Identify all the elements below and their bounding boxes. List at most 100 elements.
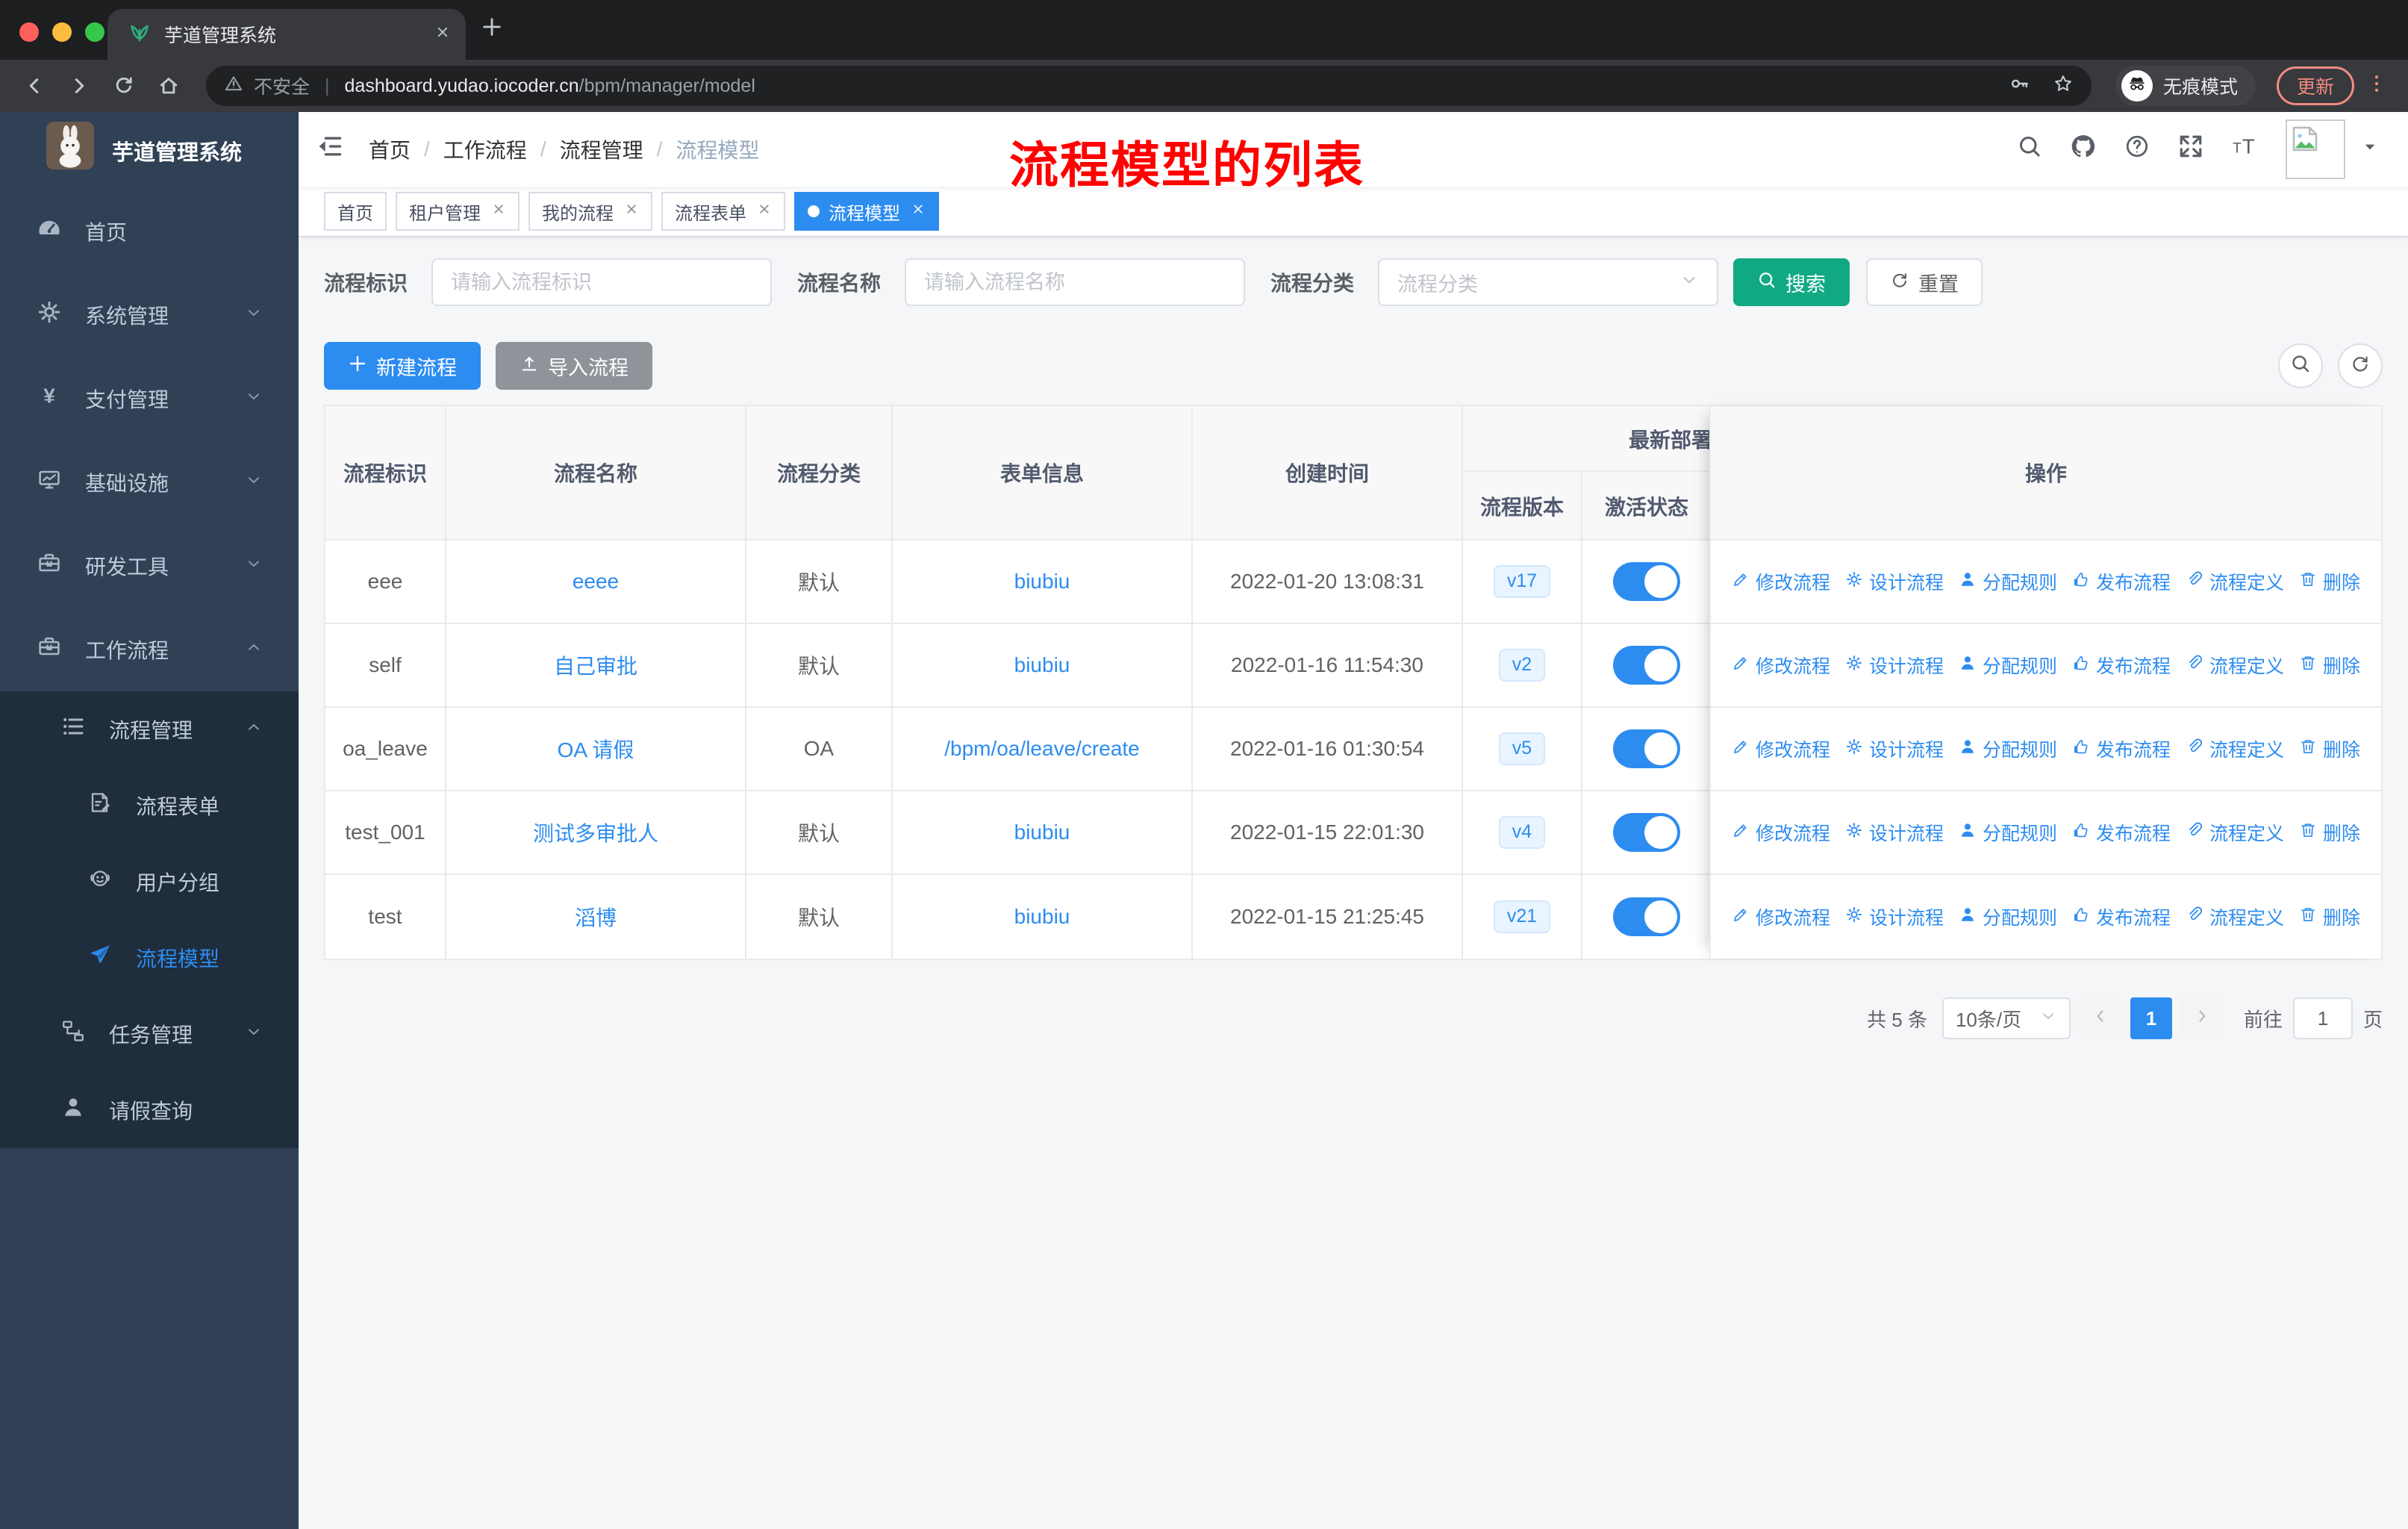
close-icon[interactable]	[491, 202, 506, 221]
form-info-link[interactable]: biubiu	[1014, 570, 1070, 594]
zoom-window-button[interactable]	[85, 22, 105, 42]
goto-page-input[interactable]	[2292, 997, 2353, 1039]
action-link-0[interactable]: 修改流程	[1732, 819, 1830, 846]
process-name-link[interactable]: 测试多审批人	[533, 818, 658, 847]
process-key-input[interactable]	[451, 270, 753, 294]
active-toggle[interactable]	[1613, 729, 1680, 768]
prev-page-button[interactable]	[2079, 997, 2121, 1039]
reload-icon[interactable]	[105, 66, 143, 105]
process-name-link[interactable]: 滔博	[575, 902, 617, 932]
hamburger-icon[interactable]	[316, 133, 343, 166]
minimize-window-button[interactable]	[52, 22, 72, 42]
action-link-4[interactable]: 流程定义	[2186, 903, 2284, 930]
action-link-4[interactable]: 流程定义	[2186, 819, 2284, 846]
action-link-0[interactable]: 修改流程	[1732, 652, 1830, 679]
active-toggle[interactable]	[1613, 562, 1680, 601]
close-window-button[interactable]	[19, 22, 39, 42]
form-info-link[interactable]: biubiu	[1014, 905, 1070, 929]
reset-button[interactable]: 重置	[1866, 258, 1983, 306]
action-link-0[interactable]: 修改流程	[1732, 568, 1830, 595]
process-name-input[interactable]	[924, 270, 1226, 294]
action-link-2[interactable]: 分配规则	[1959, 735, 2057, 762]
search-button[interactable]: 搜索	[1733, 258, 1850, 306]
action-link-2[interactable]: 分配规则	[1959, 903, 2057, 930]
tag-4[interactable]: 流程模型	[794, 192, 939, 231]
home-icon[interactable]	[149, 66, 188, 105]
create-process-button[interactable]: 新建流程	[324, 342, 481, 390]
action-link-1[interactable]: 设计流程	[1845, 652, 1944, 679]
new-tab-button[interactable]	[481, 16, 503, 44]
tag-1[interactable]: 租户管理	[396, 192, 520, 231]
tag-0[interactable]: 首页	[324, 192, 387, 231]
help-icon[interactable]	[2124, 134, 2150, 166]
breadcrumb-process-manage[interactable]: 流程管理	[560, 134, 643, 164]
action-link-5[interactable]: 删除	[2299, 819, 2360, 846]
process-name-link[interactable]: eeee	[573, 570, 619, 594]
app-logo[interactable]: 芋道管理系统	[0, 112, 299, 190]
process-category-select[interactable]: 流程分类	[1378, 258, 1719, 306]
action-link-2[interactable]: 分配规则	[1959, 568, 2057, 595]
active-toggle[interactable]	[1613, 897, 1680, 936]
process-name-field[interactable]	[905, 258, 1246, 306]
tag-2[interactable]: 我的流程	[528, 192, 652, 231]
sidebar-item-5[interactable]: 工作流程	[0, 608, 299, 691]
sidebar-item-9[interactable]: 流程模型	[0, 920, 299, 996]
font-size-icon[interactable]: TT	[2232, 134, 2257, 166]
tag-3[interactable]: 流程表单	[661, 192, 785, 231]
action-link-2[interactable]: 分配规则	[1959, 652, 2057, 679]
action-link-1[interactable]: 设计流程	[1845, 903, 1944, 930]
action-link-1[interactable]: 设计流程	[1845, 819, 1944, 846]
header-search-icon[interactable]	[2017, 134, 2042, 166]
process-key-field[interactable]	[431, 258, 773, 306]
fullscreen-icon[interactable]	[2178, 134, 2203, 166]
breadcrumb-workflow[interactable]: 工作流程	[443, 134, 527, 164]
sidebar-item-7[interactable]: 流程表单	[0, 767, 299, 844]
sidebar-item-2[interactable]: ¥ 支付管理	[0, 357, 299, 440]
page-number-1[interactable]: 1	[2130, 997, 2172, 1039]
chrome-update-button[interactable]: 更新	[2276, 66, 2354, 105]
active-toggle[interactable]	[1613, 813, 1680, 852]
action-link-5[interactable]: 删除	[2299, 568, 2360, 595]
github-icon[interactable]	[2071, 134, 2096, 166]
action-link-3[interactable]: 发布流程	[2072, 735, 2171, 762]
sidebar-item-11[interactable]: 请假查询	[0, 1072, 299, 1148]
process-name-link[interactable]: 自己审批	[554, 650, 637, 680]
active-toggle[interactable]	[1613, 646, 1680, 685]
sidebar-item-1[interactable]: 系统管理	[0, 273, 299, 357]
action-link-1[interactable]: 设计流程	[1845, 568, 1944, 595]
next-page-button[interactable]	[2180, 997, 2223, 1039]
action-link-0[interactable]: 修改流程	[1732, 903, 1830, 930]
browser-tab[interactable]: 芋道管理系统	[107, 9, 466, 60]
action-link-1[interactable]: 设计流程	[1845, 735, 1944, 762]
breadcrumb-home[interactable]: 首页	[369, 134, 411, 164]
refresh-table-button[interactable]	[2338, 343, 2383, 388]
sidebar-item-6[interactable]: 流程管理	[0, 691, 299, 767]
close-icon[interactable]	[757, 202, 772, 221]
action-link-5[interactable]: 删除	[2299, 903, 2360, 930]
browser-menu-icon[interactable]	[2366, 73, 2387, 99]
sidebar-item-4[interactable]: 研发工具	[0, 524, 299, 608]
action-link-3[interactable]: 发布流程	[2072, 819, 2171, 846]
sidebar-item-8[interactable]: 用户分组	[0, 844, 299, 920]
action-link-0[interactable]: 修改流程	[1732, 735, 1830, 762]
forward-icon[interactable]	[60, 66, 99, 105]
form-info-link[interactable]: /bpm/oa/leave/create	[944, 737, 1140, 761]
avatar-caret-icon[interactable]	[2362, 139, 2378, 160]
page-size-select[interactable]: 10条/页	[1941, 997, 2071, 1039]
toggle-search-button[interactable]	[2278, 343, 2323, 388]
import-process-button[interactable]: 导入流程	[496, 342, 652, 390]
action-link-5[interactable]: 删除	[2299, 735, 2360, 762]
action-link-3[interactable]: 发布流程	[2072, 568, 2171, 595]
action-link-4[interactable]: 流程定义	[2186, 735, 2284, 762]
sidebar-item-0[interactable]: 首页	[0, 190, 299, 273]
form-info-link[interactable]: biubiu	[1014, 820, 1070, 844]
sidebar-item-3[interactable]: 基础设施	[0, 440, 299, 524]
address-bar[interactable]: 不安全 | dashboard.yudao.iocoder.cn/bpm/man…	[206, 66, 2092, 106]
action-link-3[interactable]: 发布流程	[2072, 652, 2171, 679]
user-avatar[interactable]	[2286, 119, 2345, 179]
close-icon[interactable]	[624, 202, 639, 221]
action-link-3[interactable]: 发布流程	[2072, 903, 2171, 930]
close-icon[interactable]	[911, 202, 926, 221]
process-name-link[interactable]: OA 请假	[558, 734, 634, 764]
password-key-icon[interactable]	[2009, 73, 2030, 99]
